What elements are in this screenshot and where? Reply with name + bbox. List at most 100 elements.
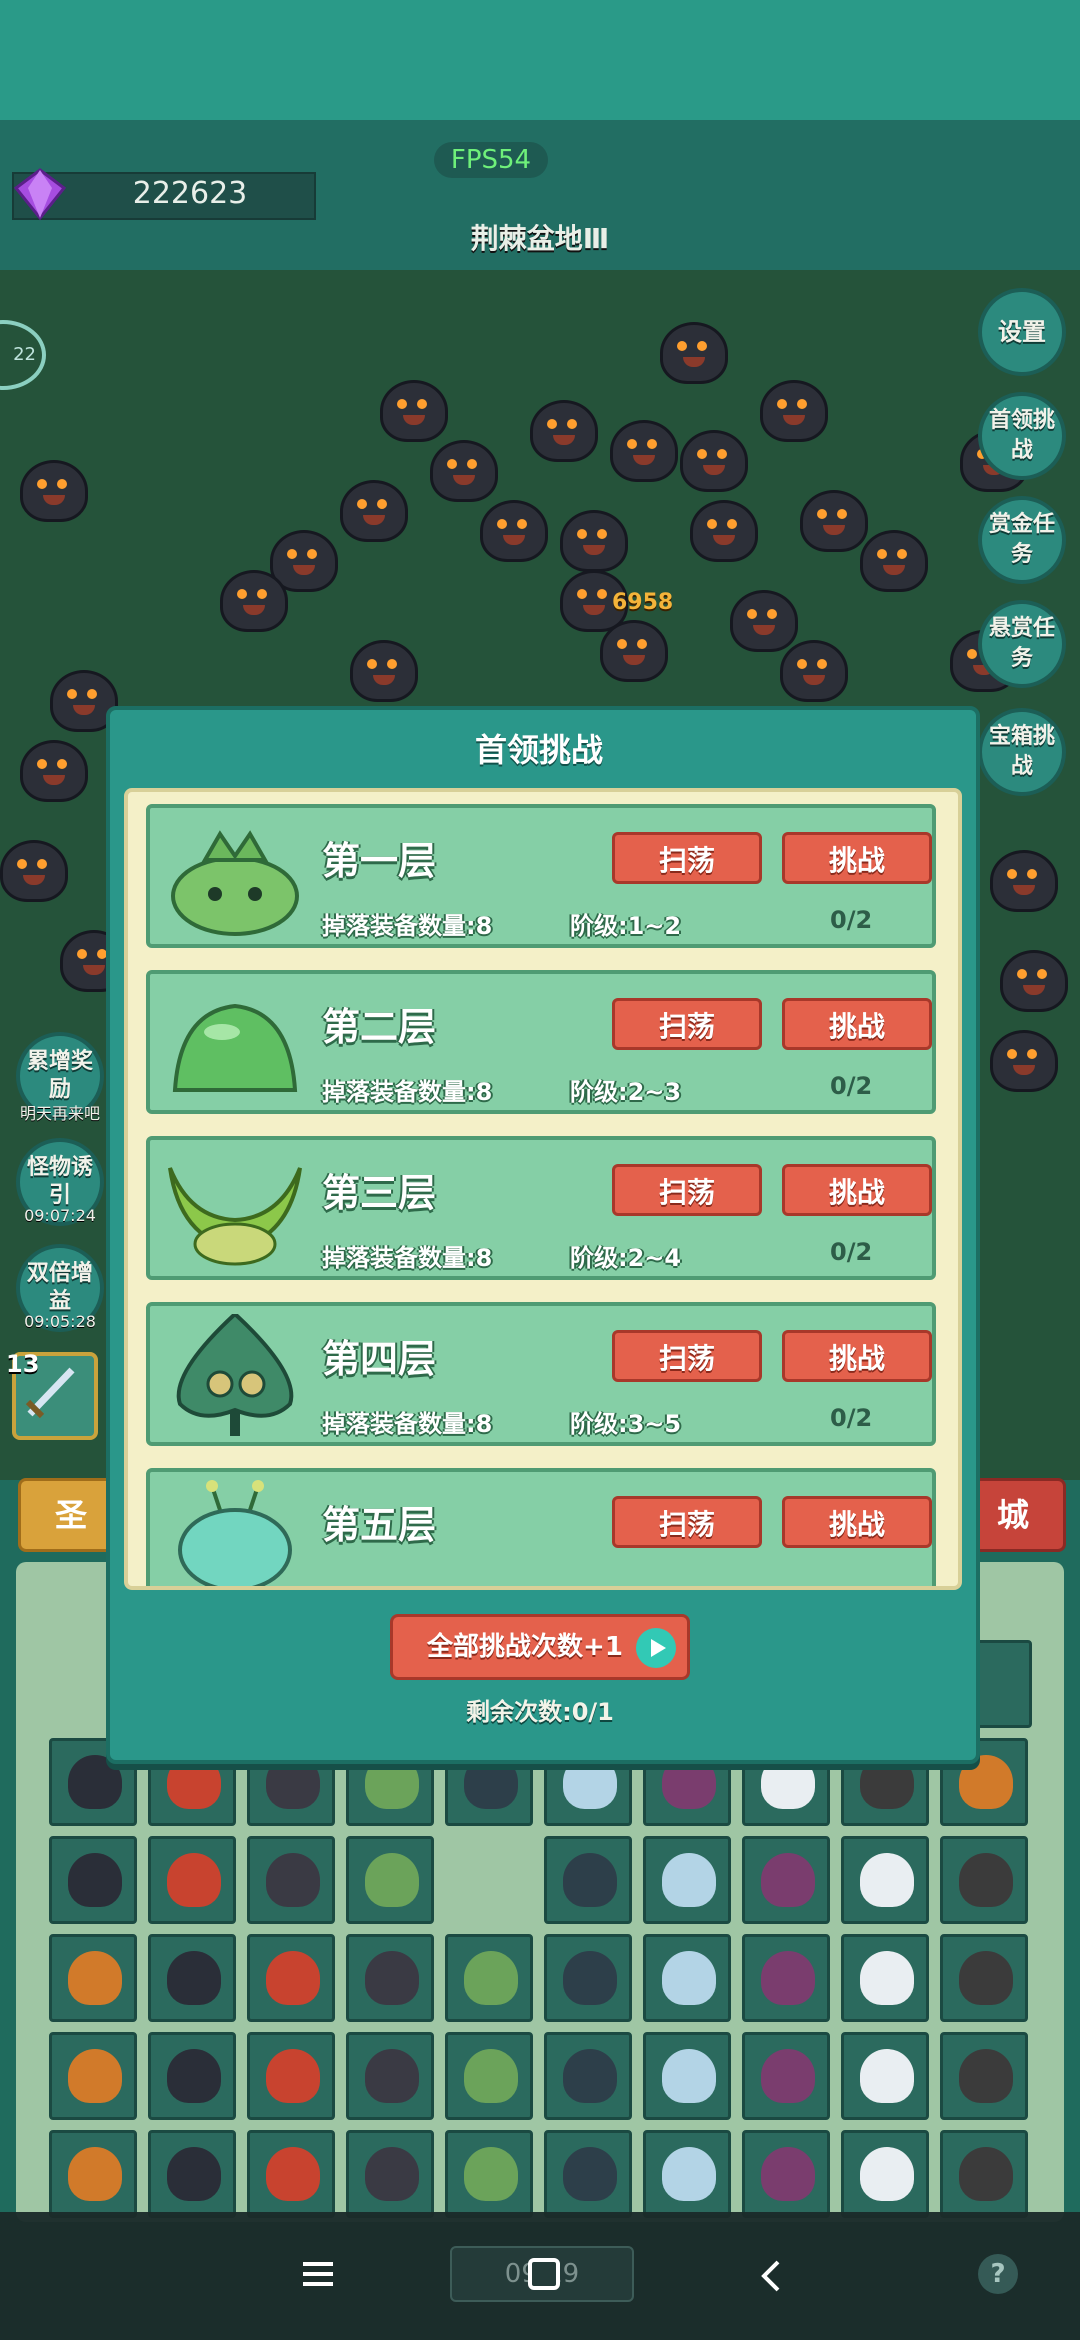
challenge-button[interactable]: 挑战: [782, 832, 932, 884]
monster: [430, 440, 498, 502]
monster: [480, 500, 548, 562]
inventory-cell[interactable]: [742, 1836, 830, 1924]
inventory-cell[interactable]: [445, 2130, 533, 2218]
inventory-cell[interactable]: [445, 1934, 533, 2022]
inventory-cell[interactable]: [346, 2130, 434, 2218]
challenge-button[interactable]: 挑战: [782, 1164, 932, 1216]
sweep-button[interactable]: 扫荡: [612, 1164, 762, 1216]
monster: [1000, 950, 1068, 1012]
monster-icon: [563, 1951, 617, 2005]
cumulative-reward-status: 明天再来吧: [19, 1104, 100, 1123]
reward-task-button[interactable]: 悬赏任务: [978, 600, 1066, 688]
monster-icon: [761, 1853, 815, 1907]
inventory-cell[interactable]: [247, 1836, 335, 1924]
inventory-cell[interactable]: [841, 1934, 929, 2022]
inventory-cell[interactable]: [940, 2130, 1028, 2218]
inventory-cell[interactable]: [940, 2032, 1028, 2120]
inventory-cell[interactable]: [148, 1934, 236, 2022]
monster-icon: [167, 1951, 221, 2005]
gem-count: 222623: [132, 176, 248, 211]
monster-icon: [68, 2147, 122, 2201]
inventory-cell[interactable]: [643, 1836, 731, 1924]
settings-button[interactable]: 设置: [978, 288, 1066, 376]
monster-icon: [563, 2147, 617, 2201]
monster: [0, 840, 68, 902]
floor-name: 第三层: [322, 1171, 437, 1215]
attempts-count: 0/2: [830, 1072, 873, 1100]
attempts-count: 0/2: [830, 906, 873, 934]
inventory-cell[interactable]: [346, 1836, 434, 1924]
inventory-cell[interactable]: [841, 2130, 929, 2218]
tier-range: 阶级:2~4: [570, 1244, 682, 1272]
antenna-blob-boss-icon: [178, 1480, 292, 1586]
sweep-button[interactable]: 扫荡: [612, 832, 762, 884]
monster-icon: [464, 1951, 518, 2005]
sweep-button[interactable]: 扫荡: [612, 1496, 762, 1548]
monster-icon: [167, 2147, 221, 2201]
sweep-button[interactable]: 扫荡: [612, 998, 762, 1050]
monster: [350, 640, 418, 702]
purple-gem-icon: [13, 168, 67, 221]
drop-count: 掉落装备数量:8: [322, 1244, 493, 1272]
inventory-cell[interactable]: [148, 2130, 236, 2218]
monster-icon: [266, 1951, 320, 2005]
inventory-cell[interactable]: [148, 2032, 236, 2120]
monster: [680, 430, 748, 492]
inventory-cell[interactable]: [346, 2032, 434, 2120]
floor-row: 第三层 扫荡 挑战 掉落装备数量:8 阶级:2~4 0/2: [146, 1136, 936, 1280]
floor-row: 第一层 扫荡 挑战 掉落装备数量:8 阶级:1~2 0/2: [146, 804, 936, 948]
inventory-cell[interactable]: [445, 2032, 533, 2120]
inventory-cell[interactable]: [742, 1934, 830, 2022]
inventory-cell[interactable]: [940, 1934, 1028, 2022]
inventory-cell[interactable]: [49, 2130, 137, 2218]
inventory-cell[interactable]: [742, 2130, 830, 2218]
inventory-cell[interactable]: [49, 2032, 137, 2120]
inventory-cell[interactable]: [148, 1836, 236, 1924]
drop-count: 掉落装备数量:8: [322, 912, 493, 940]
monster-icon: [959, 1951, 1013, 2005]
inventory-cell[interactable]: [49, 1934, 137, 2022]
inventory-cell[interactable]: [247, 2130, 335, 2218]
boss-challenge-button[interactable]: 首领挑战: [978, 392, 1066, 480]
play-ad-icon: [636, 1628, 676, 1668]
home-icon[interactable]: [528, 2258, 560, 2290]
monster: [560, 510, 628, 572]
menu-icon[interactable]: [300, 2256, 336, 2292]
sweep-button[interactable]: 扫荡: [612, 1330, 762, 1382]
inventory-cell[interactable]: [544, 1836, 632, 1924]
monster-icon: [563, 1853, 617, 1907]
attempts-count: 0/2: [830, 1238, 873, 1266]
floor-row: 第五层 扫荡 挑战: [146, 1468, 936, 1586]
challenge-button[interactable]: 挑战: [782, 1496, 932, 1548]
inventory-cell[interactable]: [742, 2032, 830, 2120]
help-icon[interactable]: ?: [978, 2254, 1018, 2294]
floor-list[interactable]: 第一层 扫荡 挑战 掉落装备数量:8 阶级:1~2 0/2 第二层 扫荡 挑战 …: [124, 788, 962, 1590]
monster-icon: [68, 2049, 122, 2103]
inventory-cell[interactable]: [940, 1836, 1028, 1924]
attempts-count: 0/2: [830, 1404, 873, 1432]
monster: [20, 460, 88, 522]
bounty-task-button[interactable]: 赏金任务: [978, 496, 1066, 584]
inventory-cell[interactable]: [49, 1836, 137, 1924]
monster-icon: [68, 1951, 122, 2005]
monster-icon: [662, 2147, 716, 2201]
inventory-cell[interactable]: [346, 1934, 434, 2022]
inventory-cell[interactable]: [544, 2032, 632, 2120]
inventory-cell[interactable]: [643, 1934, 731, 2022]
tier-range: 阶级:2~3: [570, 1078, 682, 1106]
inventory-cell[interactable]: [247, 2032, 335, 2120]
inventory-cell[interactable]: [841, 1836, 929, 1924]
inventory-cell[interactable]: [544, 1934, 632, 2022]
back-icon[interactable]: [752, 2256, 792, 2296]
challenge-button[interactable]: 挑战: [782, 1330, 932, 1382]
inventory-cell[interactable]: [841, 2032, 929, 2120]
challenge-button[interactable]: 挑战: [782, 998, 932, 1050]
inventory-cell[interactable]: [247, 1934, 335, 2022]
inventory-cell[interactable]: [643, 2032, 731, 2120]
inventory-cell[interactable]: [544, 2130, 632, 2218]
inventory-cell[interactable]: [643, 2130, 731, 2218]
monster: [340, 480, 408, 542]
treasure-challenge-button[interactable]: 宝箱挑战: [978, 708, 1066, 796]
monster-icon: [68, 1853, 122, 1907]
horned-plant-boss-icon: [168, 1167, 302, 1266]
